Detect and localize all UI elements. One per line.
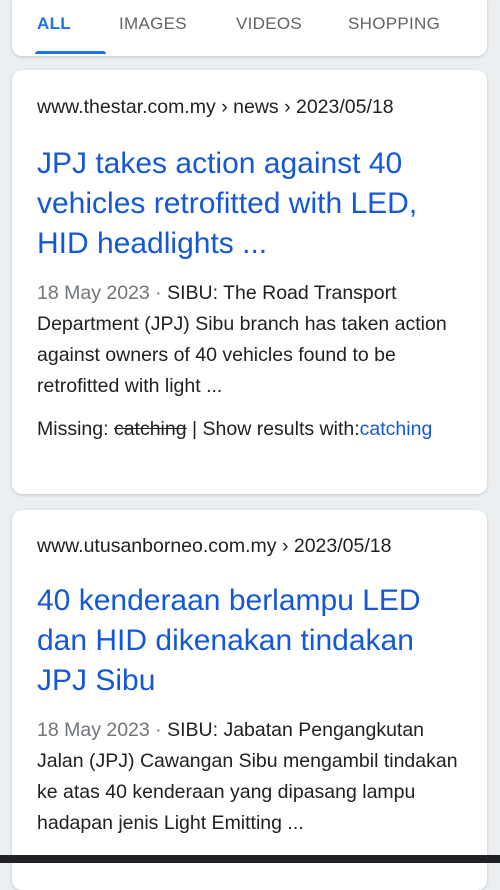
- separator-dot: ·: [149, 282, 168, 304]
- result-snippet: 18 May 2023 · SIBU: Jabatan Pengangkutan…: [37, 715, 467, 839]
- result-url[interactable]: www.thestar.com.my › news › 2023/05/18: [37, 96, 394, 119]
- result-date: 18 May 2023: [37, 719, 150, 741]
- search-result-card: www.utusanborneo.com.my › 2023/05/18 40 …: [12, 510, 487, 890]
- search-result-card: www.thestar.com.my › news › 2023/05/18 J…: [12, 70, 487, 494]
- missing-label: Missing:: [37, 418, 109, 440]
- separator-dot: ·: [149, 719, 168, 741]
- result-url[interactable]: www.utusanborneo.com.my › 2023/05/18: [37, 535, 391, 558]
- show-results-link[interactable]: catching: [360, 418, 433, 440]
- missing-term: catching: [113, 418, 187, 440]
- missing-terms: Missing: catching | Show results with:ca…: [37, 414, 467, 445]
- search-tabs-bar: ALL IMAGES VIDEOS SHOPPING: [12, 0, 487, 56]
- result-snippet: 18 May 2023 · SIBU: The Road Transport D…: [37, 278, 467, 402]
- active-tab-indicator: [35, 51, 106, 54]
- tab-shopping[interactable]: SHOPPING: [348, 14, 440, 34]
- result-title-link[interactable]: JPJ takes action against 40 vehicles ret…: [37, 144, 457, 264]
- result-date: 18 May 2023: [37, 282, 150, 304]
- tab-all[interactable]: ALL: [37, 14, 71, 34]
- tab-videos[interactable]: VIDEOS: [236, 14, 302, 34]
- result-title-link[interactable]: 40 kenderaan berlampu LED dan HID dikena…: [37, 581, 467, 701]
- show-results-text: | Show results with:: [192, 418, 360, 440]
- tab-images[interactable]: IMAGES: [119, 14, 187, 34]
- navigation-bar: [0, 855, 500, 863]
